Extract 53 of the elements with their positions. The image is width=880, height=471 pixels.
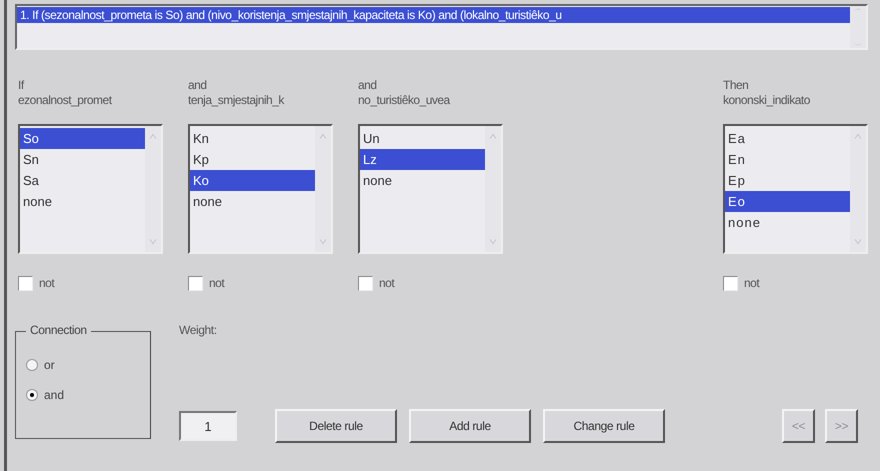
scrollbar-drawing[interactable] <box>145 126 161 252</box>
list-item[interactable]: Eo <box>725 191 850 212</box>
list-item[interactable]: Un <box>360 128 485 149</box>
scrollbar-drawing[interactable] <box>485 126 501 252</box>
list-item[interactable]: Ko <box>190 170 315 191</box>
weight-field[interactable]: 1 <box>179 411 237 441</box>
radio-button[interactable] <box>26 389 38 401</box>
scrollbar-drawing[interactable] <box>315 126 331 252</box>
input-listbox[interactable]: Kn Kp Ko none <box>188 124 333 254</box>
weight-label: Weight: <box>179 323 218 337</box>
radio-label: or <box>44 358 55 372</box>
list-item[interactable]: none <box>20 191 145 212</box>
variable-name: tenja_smjestajnih_k <box>188 93 286 108</box>
list-item[interactable]: none <box>725 212 850 233</box>
rule-listbox[interactable]: 1. If (sezonalnost_prometa is So) and (nivo_koristenja_smjestajnih_kapaciteta is Ko) and (lokalno_turistiêko_u <box>15 4 868 50</box>
list-item[interactable]: Sn <box>20 149 145 170</box>
rule-button[interactable]: Change rule <box>543 409 665 443</box>
rule-item[interactable]: 1. If (sezonalnost_prometa is So) and (nivo_koristenja_smjestajnih_kapaciteta is Ko) and (lokalno_turistiêko_u <box>17 7 850 23</box>
list-item[interactable]: Kp <box>190 149 315 170</box>
column-heading: Then <box>723 78 750 93</box>
list-item[interactable]: Ea <box>725 128 850 149</box>
rule-button[interactable]: Add rule <box>409 409 531 443</box>
list-item[interactable]: Sa <box>20 170 145 191</box>
list-item[interactable]: En <box>725 149 850 170</box>
input-listbox[interactable]: So Sn Sa none <box>18 124 163 254</box>
radio-button[interactable] <box>26 359 38 371</box>
scrollbar-drawing[interactable] <box>850 126 866 252</box>
list-item[interactable]: So <box>20 128 145 149</box>
column-heading: and <box>358 78 378 93</box>
variable-name: ezonalnost_promet <box>18 93 113 108</box>
column-heading: and <box>188 78 208 93</box>
checkbox-label: not <box>379 276 394 291</box>
variable-name: kononski_indikato <box>723 93 811 108</box>
not-checkbox[interactable] <box>188 276 203 291</box>
rule-button[interactable]: Delete rule <box>275 409 397 443</box>
column-heading: If <box>18 78 26 93</box>
radio-label: and <box>44 388 64 402</box>
checkbox-label: not <box>209 276 224 291</box>
output-listbox[interactable]: Ea En Ep Eo none <box>723 124 868 254</box>
variable-name: no_turistiêko_uvea <box>358 93 452 108</box>
checkbox-label: not <box>39 276 54 291</box>
group-title: Connection <box>26 323 91 337</box>
list-item[interactable]: none <box>360 170 485 191</box>
not-checkbox[interactable] <box>18 276 33 291</box>
scrollbar-drawing[interactable] <box>850 6 866 48</box>
not-checkbox[interactable] <box>358 276 373 291</box>
list-item[interactable]: Ep <box>725 170 850 191</box>
not-checkbox[interactable] <box>723 276 738 291</box>
list-item[interactable]: Kn <box>190 128 315 149</box>
input-listbox[interactable]: Un Lz none <box>358 124 503 254</box>
list-item[interactable]: Lz <box>360 149 485 170</box>
checkbox-label: not <box>744 276 760 291</box>
list-item[interactable]: none <box>190 191 315 212</box>
